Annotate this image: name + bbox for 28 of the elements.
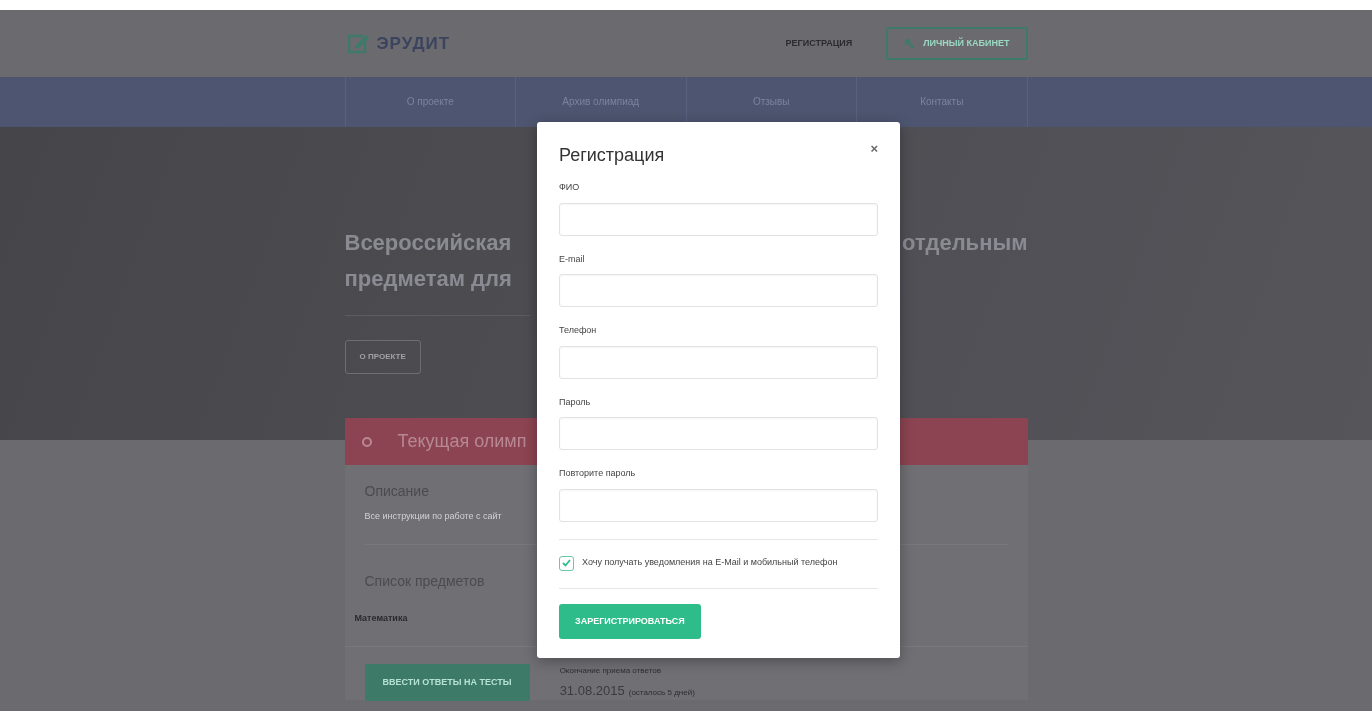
hero-title: отдельным: [902, 229, 1028, 257]
field-label: Пароль: [559, 395, 592, 409]
checkmark-icon: [562, 559, 571, 567]
register-button[interactable]: ЗАРЕГИСТРИРОВАТЬСЯ: [559, 603, 701, 639]
input-field[interactable]: [559, 202, 878, 236]
circle-icon: [361, 436, 372, 447]
modal-title: Регистрация: [559, 144, 665, 167]
subject-item: Математика: [354, 611, 408, 625]
submit-answers-button[interactable]: ВВЕСТИ ОТВЕТЫ НА ТЕСТЫ: [364, 663, 530, 701]
input-field[interactable]: [559, 345, 878, 379]
input-field[interactable]: [559, 488, 878, 522]
key-icon: [904, 38, 916, 49]
field-label: E-mail: [559, 252, 586, 266]
field-label: Повторите пароль: [559, 467, 637, 480]
hero-title: предметам для: [344, 265, 512, 293]
about-button[interactable]: О ПРОЕКТЕ: [344, 340, 421, 374]
registration-link[interactable]: РЕГИСТРАЦИЯ: [785, 36, 853, 51]
field-label: Телефон: [559, 324, 598, 337]
checkbox[interactable]: [559, 555, 574, 571]
description-text: Все инструкции по работе с сайт: [364, 510, 503, 523]
input-field[interactable]: [559, 417, 878, 450]
hero-title: Всероссийская: [344, 229, 512, 257]
close-button[interactable]: ×: [870, 142, 878, 155]
account-button[interactable]: ЛИЧНЫЙ КАБИНЕТ: [886, 26, 1028, 61]
checkbox-label: Хочу получать уведомления на E-Mail и мобильный телефон: [582, 556, 838, 570]
field-label: ФИО: [559, 181, 581, 194]
olympiad-title: Текущая олимп: [397, 430, 527, 453]
input-field[interactable]: [559, 274, 878, 307]
